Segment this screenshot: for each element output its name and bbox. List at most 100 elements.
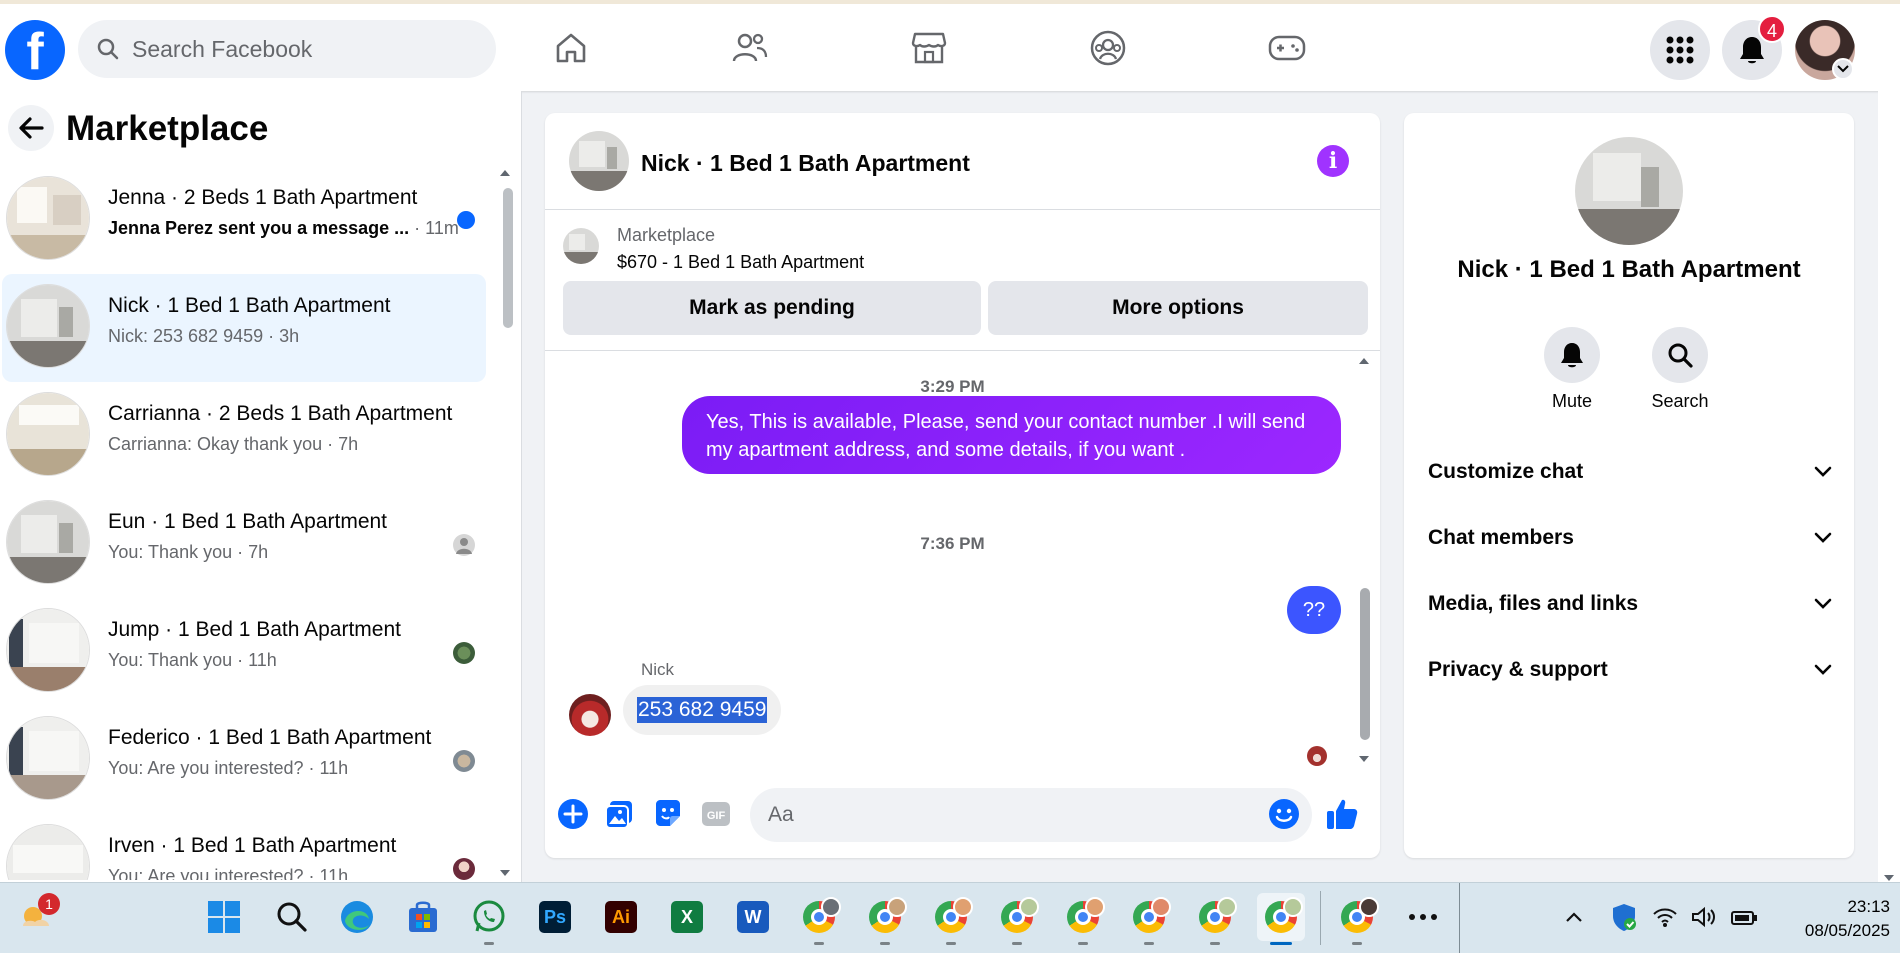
conversation-name: Carrianna · 2 Beds 1 Bath Apartment	[108, 402, 453, 425]
illustrator-icon: Ai	[605, 901, 637, 933]
conversation-preview: Carrianna: Okay thank you · 7h	[108, 434, 359, 454]
chrome-window[interactable]	[1191, 893, 1239, 945]
section-label: Chat members	[1428, 526, 1574, 549]
friends-icon[interactable]	[730, 28, 770, 68]
system-tray[interactable]	[1645, 893, 1765, 941]
gaming-icon[interactable]	[1267, 28, 1307, 68]
search-box[interactable]: Search Facebook	[78, 20, 496, 78]
running-indicator	[880, 942, 890, 945]
sticker-icon[interactable]	[651, 797, 685, 831]
chevron-down-icon	[1814, 532, 1832, 543]
running-indicator	[1012, 942, 1022, 945]
marketplace-icon[interactable]	[909, 28, 949, 68]
illustrator-app[interactable]: Ai	[597, 893, 645, 941]
sidebar-scrollbar-thumb[interactable]	[503, 188, 513, 328]
running-indicator	[1144, 942, 1154, 945]
outgoing-message[interactable]: ??	[1287, 586, 1341, 634]
windows-logo-icon	[208, 901, 240, 933]
incoming-message-text: 253 682 9459	[637, 697, 768, 723]
chat-title[interactable]: Nick · 1 Bed 1 Bath Apartment	[641, 150, 970, 177]
photo-icon[interactable]	[603, 797, 637, 831]
thumbs-up-icon[interactable]	[1325, 797, 1359, 831]
listing-thumbnail	[6, 824, 90, 880]
show-hidden-icons-button[interactable]	[1550, 893, 1598, 941]
battery-icon	[1731, 911, 1758, 925]
conversation-item[interactable]: Federico · 1 Bed 1 Bath Apartment You: A…	[2, 706, 486, 814]
facebook-logo[interactable]: f	[5, 20, 65, 80]
conversation-preview: You: Are you interested? · 11h	[108, 758, 349, 778]
conversation-item[interactable]: Jenna · 2 Beds 1 Bath Apartment Jenna Pe…	[2, 166, 486, 274]
whatsapp-app[interactable]	[465, 893, 513, 945]
running-indicator	[1352, 942, 1362, 945]
chrome-window[interactable]	[993, 893, 1041, 945]
conversation-item[interactable]: Irven · 1 Bed 1 Bath Apartment You: Are …	[2, 814, 486, 880]
search-input[interactable]: Search Facebook	[132, 36, 312, 63]
listing-thumbnail	[563, 228, 599, 264]
menu-button[interactable]	[1650, 20, 1710, 80]
gif-icon[interactable]: GIF	[699, 797, 733, 831]
account-chevron-down-icon[interactable]	[1832, 58, 1854, 80]
chrome-window[interactable]	[861, 893, 909, 945]
chrome-window[interactable]	[927, 893, 975, 945]
wifi-icon	[1652, 908, 1677, 927]
chrome-window[interactable]	[1059, 893, 1107, 945]
taskbar-search-button[interactable]	[268, 893, 316, 941]
start-button[interactable]	[200, 893, 248, 941]
photoshop-app[interactable]: Ps	[531, 893, 579, 941]
edge-app[interactable]	[333, 893, 381, 941]
info-icon[interactable]: i	[1317, 145, 1349, 177]
profile-badge	[1359, 897, 1379, 917]
conversation-item[interactable]: Eun · 1 Bed 1 Bath Apartment You: Thank …	[2, 490, 486, 598]
listing-thumbnail	[6, 500, 90, 584]
read-receipt-avatar	[453, 858, 475, 880]
emoji-icon[interactable]	[1267, 797, 1301, 831]
chrome-window[interactable]	[1125, 893, 1173, 945]
message-scrollbar-thumb[interactable]	[1360, 588, 1370, 740]
listing-card: Marketplace $670 - 1 Bed 1 Bath Apartmen…	[545, 211, 1380, 351]
store-app[interactable]	[399, 893, 447, 941]
incoming-message[interactable]: 253 682 9459	[623, 685, 782, 735]
arrow-left-icon	[19, 117, 44, 139]
media-files-links-section[interactable]: Media, files and links	[1428, 584, 1832, 624]
more-options-button[interactable]: More options	[988, 281, 1368, 335]
conversation-item-active[interactable]: Nick · 1 Bed 1 Bath Apartment Nick: 253 …	[2, 274, 486, 382]
top-navigation-bar: f Search Facebook 4	[0, 0, 1900, 91]
search-action[interactable]: Search	[1640, 327, 1720, 412]
conversation-item[interactable]: Carrianna · 2 Beds 1 Bath Apartment Carr…	[2, 382, 486, 490]
photoshop-icon: Ps	[539, 901, 571, 933]
excel-app[interactable]: X	[663, 893, 711, 941]
chrome-window[interactable]	[795, 893, 843, 945]
word-app[interactable]: W	[729, 893, 777, 941]
system-clock[interactable]: 23:13 08/05/2025	[1800, 895, 1890, 943]
chat-members-section[interactable]: Chat members	[1428, 518, 1832, 558]
message-composer: GIF Aa	[545, 781, 1380, 851]
message-input[interactable]: Aa	[750, 788, 1312, 842]
outgoing-message[interactable]: Yes, This is available, Please, send you…	[682, 396, 1341, 474]
conversation-preview: You: Are you interested? · 11h	[108, 866, 349, 880]
page-scrollbar[interactable]	[1878, 91, 1900, 882]
volume-icon	[1691, 906, 1715, 928]
groups-icon[interactable]	[1088, 28, 1128, 68]
details-avatar[interactable]	[1575, 137, 1683, 245]
home-icon[interactable]	[551, 28, 591, 68]
conversation-preview: Nick: 253 682 9459 · 3h	[108, 326, 300, 346]
search-icon	[97, 38, 119, 60]
chrome-window[interactable]	[1333, 893, 1381, 945]
plus-circle-icon[interactable]	[556, 797, 590, 831]
sender-avatar[interactable]	[569, 694, 611, 736]
notifications-button[interactable]: 4	[1722, 15, 1786, 80]
security-tray-button[interactable]	[1600, 893, 1648, 941]
back-button[interactable]	[8, 105, 54, 151]
windows-taskbar: 1 Ps Ai X W 23:13 08/05/2025	[0, 882, 1900, 953]
more-apps-button[interactable]	[1399, 893, 1447, 941]
privacy-support-section[interactable]: Privacy & support	[1428, 650, 1832, 690]
listing-price-title[interactable]: $670 - 1 Bed 1 Bath Apartment	[617, 252, 864, 273]
mark-as-pending-button[interactable]: Mark as pending	[563, 281, 981, 335]
listing-thumbnail	[6, 176, 90, 260]
chat-avatar[interactable]	[569, 131, 629, 191]
customize-chat-section[interactable]: Customize chat	[1428, 452, 1832, 492]
mute-action[interactable]: Mute	[1532, 327, 1612, 412]
weather-widget[interactable]: 1	[12, 893, 60, 941]
conversation-item[interactable]: Jump · 1 Bed 1 Bath Apartment You: Thank…	[2, 598, 486, 706]
chrome-window-active[interactable]	[1257, 893, 1305, 945]
